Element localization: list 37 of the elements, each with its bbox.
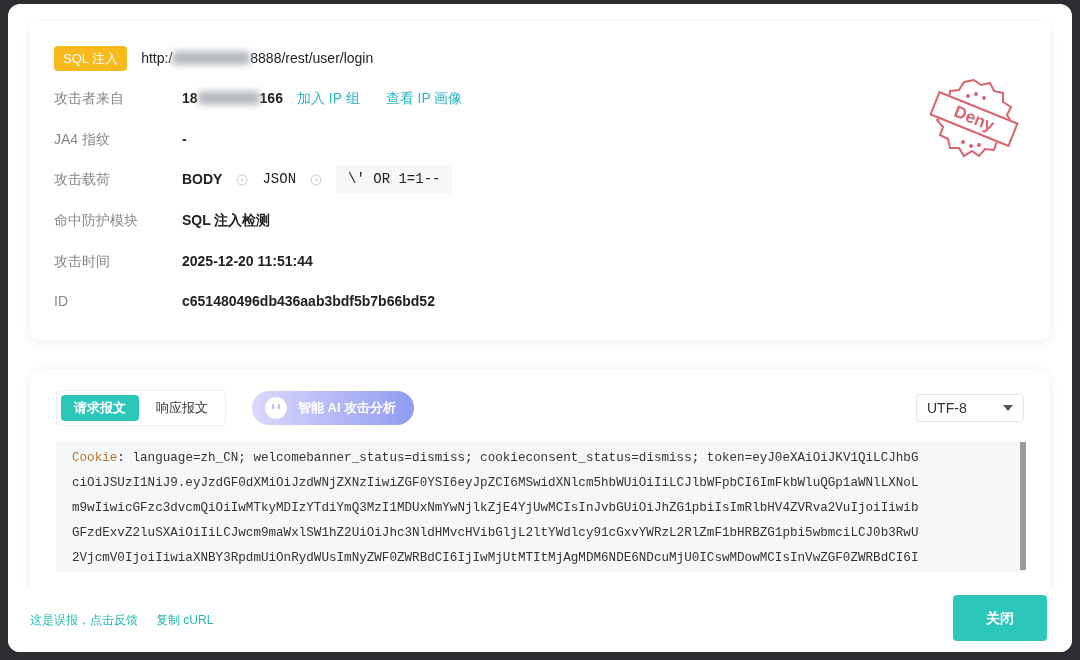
- ip-text: 166: [259, 88, 283, 108]
- field-label: 攻击者来自: [54, 88, 125, 108]
- tab[interactable]: 请求报文: [61, 395, 139, 421]
- payload-part: JSON: [262, 170, 297, 190]
- ai-analysis-button[interactable]: 智能 AI 攻击分析: [252, 391, 415, 425]
- caret-icon: [1003, 405, 1013, 411]
- url-text: http:/: [141, 48, 173, 68]
- redacted-mark: [197, 91, 260, 106]
- field-value: c651480496db436aab3bdf5b7b66bd52: [182, 292, 435, 312]
- ip-text: 18: [182, 88, 198, 108]
- field-label: JA4 指纹: [54, 129, 111, 149]
- attack-type-tag: SQL 注入: [54, 45, 128, 71]
- feedback-link[interactable]: 这是误报，点击反馈: [30, 611, 138, 629]
- close-button[interactable]: 关闭: [953, 595, 1047, 641]
- code-line: Cookie: language=zh_CN; welcomebanner_status=dismiss; cookieconsent_status=dismiss; token=eyJ0eXAiOiJKV1QiLCJhbG: [72, 450, 920, 467]
- code-line: ciOiJSUzI1NiJ9.eyJzdGF0dXMiOiJzdWNjZXNzIiwiZGF0YSI6eyJpZCI6MSwidXNlcm5hbWUiOiIiLCJlbWFpbCI6ImFkbWluQGp1aWNlLXNoL: [72, 475, 920, 492]
- field-label: 攻击载荷: [54, 170, 111, 190]
- encoding-select[interactable]: UTF-8: [916, 394, 1024, 422]
- code-line: GFzdExvZ2luSXAiOiIiLCJwcm9maWxlSW1hZ2UiOiJhc3NldHMvcHVibGljL2ltYWdlcy91cGxvYWRzL2RlZmF1bHRBZG1pbi5wbmciLCJ0b3RwU: [72, 525, 920, 542]
- payload-code: \' OR 1=1--: [336, 165, 453, 195]
- tab[interactable]: 响应报文: [143, 395, 221, 421]
- field-label: 命中防护模块: [54, 210, 139, 230]
- copy-curl-link[interactable]: 复制 cURL: [156, 611, 214, 629]
- field-label: ID: [54, 292, 69, 312]
- code-line: 2VjcmV0IjoiIiwiaXNBY3RpdmUiOnRydWUsImNyZWF0ZWRBdCI6IjIwMjUtMTItMjAgMDM6NDE6NDcuMjU0ICswMDowMCIsInVwZGF0ZWRBdCI6I: [72, 550, 920, 567]
- code-line: m9wIiwicGFzc3dvcmQiOiIwMTkyMDIzYTdiYmQ3MzI1MDUxNmYwNjlkZjE4YjUwMCIsInJvbGUiOiJhZG1pbiIsImRlbHV4ZVRva2VuIjoiIiwib: [72, 500, 920, 517]
- ip-profile-link[interactable]: 查看 IP 画像: [385, 87, 463, 109]
- field-value: -: [182, 129, 187, 149]
- url-text: 8888/rest/user/login: [250, 48, 374, 68]
- field-value: SQL 注入检测: [182, 210, 271, 230]
- robot-icon: [264, 396, 288, 420]
- add-ip-group-link[interactable]: 加入 IP 组: [296, 87, 360, 109]
- field-value: 2025-12-20 11:51:44: [182, 251, 313, 271]
- payload-part: BODY: [182, 170, 223, 190]
- scrollbar[interactable]: [1020, 442, 1026, 570]
- field-label: 攻击时间: [54, 251, 111, 271]
- stamp-label: Deny: [929, 90, 1019, 148]
